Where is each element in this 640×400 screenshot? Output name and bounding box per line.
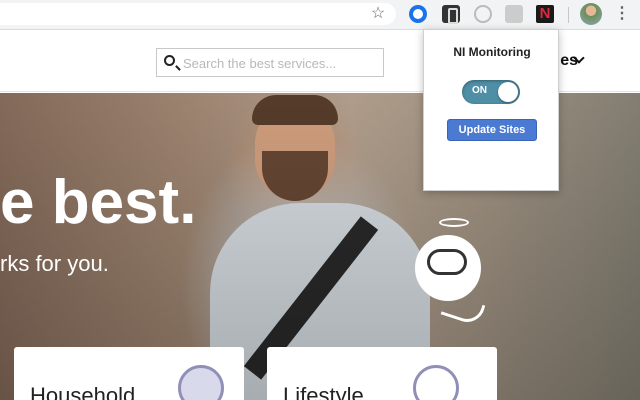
household-robot-icon [178, 365, 224, 400]
address-bar[interactable] [0, 3, 396, 25]
ni-monitoring-popup: NI Monitoring ON Update Sites [423, 29, 559, 191]
grey-square-extension-icon[interactable] [505, 5, 523, 23]
ni-monitoring-extension-icon[interactable]: N [536, 5, 554, 23]
search-input[interactable] [183, 53, 379, 73]
service-card-household[interactable]: Household [14, 347, 244, 400]
popup-title: NI Monitoring [453, 45, 531, 59]
service-card-label: Lifestyle [283, 383, 364, 400]
hero-subtitle: rks for you. [0, 251, 109, 276]
browser-toolbar: ☆ N ⋮ [0, 0, 640, 30]
update-sites-button[interactable]: Update Sites [447, 119, 537, 141]
profile-avatar[interactable] [580, 3, 602, 25]
service-card-label: Household [30, 383, 136, 400]
grey-extension-icon[interactable] [474, 5, 492, 23]
mascot-body [440, 293, 486, 327]
toggle-label: ON [472, 85, 487, 96]
angel-robot-mascot-icon [405, 213, 505, 333]
search-icon [164, 55, 175, 66]
toolbar-separator [568, 7, 569, 23]
bookmark-star-icon[interactable]: ☆ [370, 4, 386, 24]
browser-menu-icon[interactable]: ⋮ [614, 4, 630, 24]
blue-circle-extension-icon[interactable] [409, 5, 427, 23]
lifestyle-robot-icon [413, 365, 459, 400]
toggle-knob [498, 82, 518, 102]
service-card-lifestyle[interactable]: Lifestyle [267, 347, 497, 400]
dark-extension-icon[interactable] [442, 5, 460, 24]
mascot-halo [439, 218, 469, 227]
hero-title: e best. [0, 168, 197, 237]
mascot-face [427, 249, 467, 275]
monitoring-toggle[interactable]: ON [462, 80, 520, 104]
search-box [156, 48, 384, 77]
